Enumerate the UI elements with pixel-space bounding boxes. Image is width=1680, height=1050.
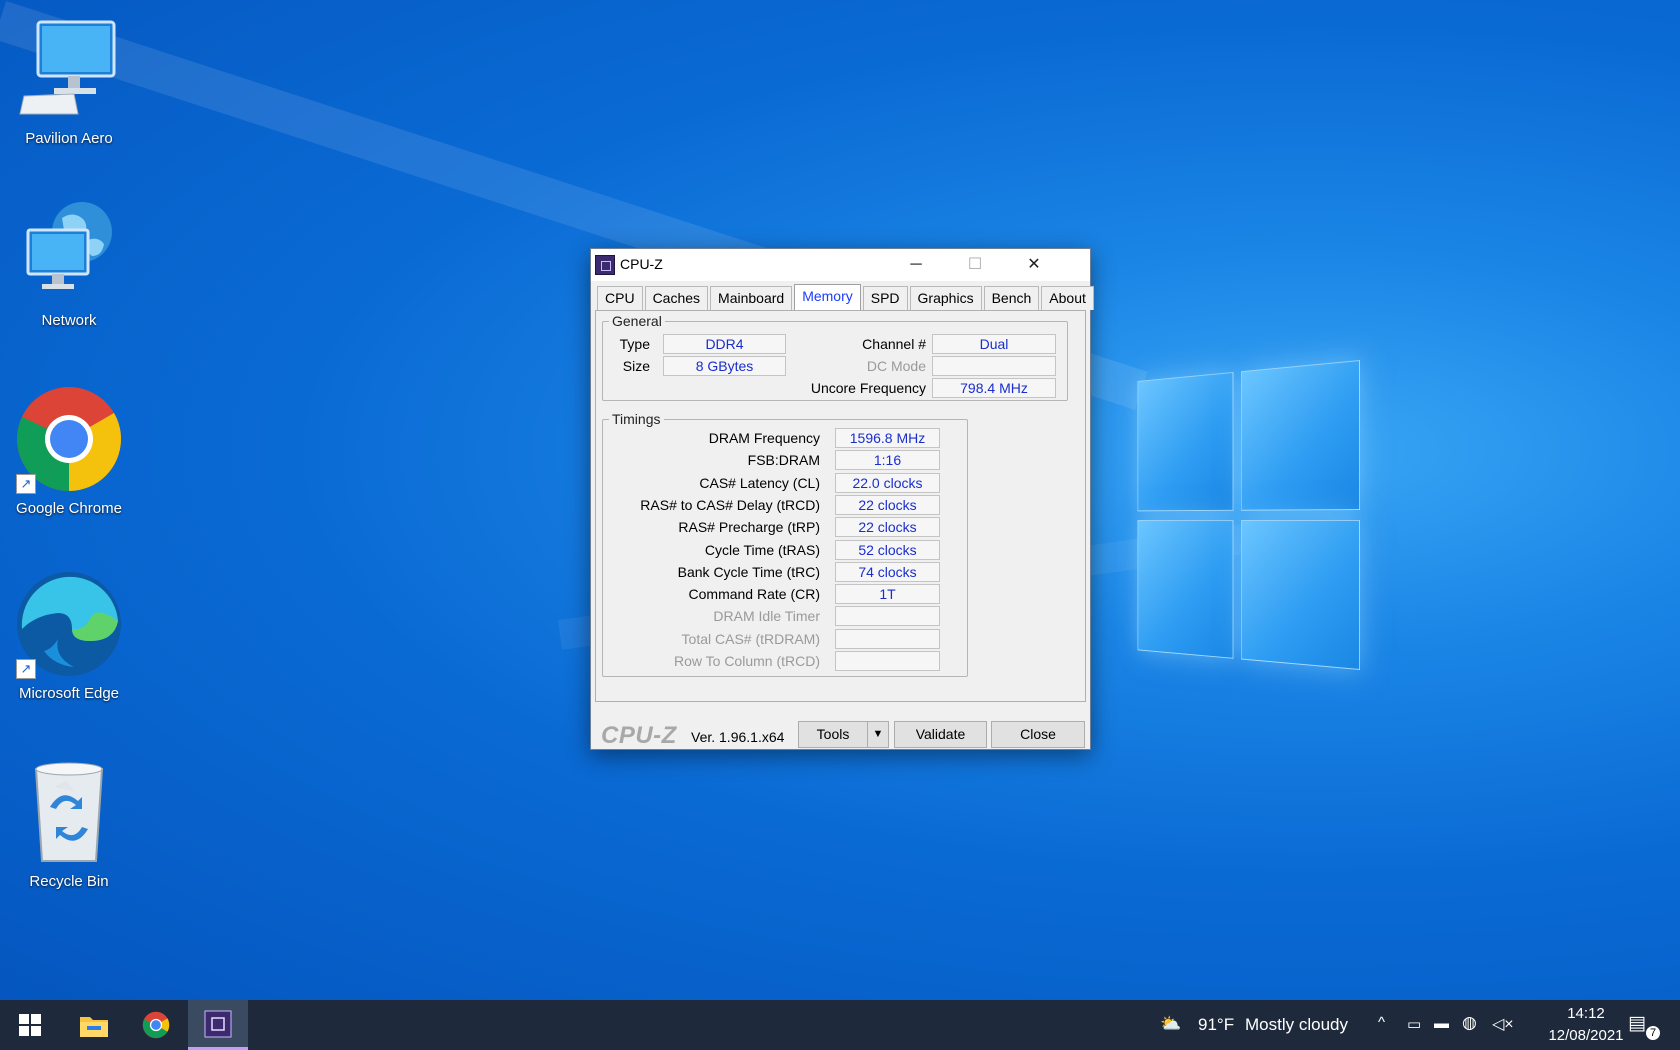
desktop-icon-microsoft-edge[interactable]: ↗ Microsoft Edge <box>9 569 129 702</box>
close-button[interactable]: Close <box>991 721 1085 748</box>
timing-label: Bank Cycle Time (tRC) <box>677 564 820 580</box>
desktop-icon-recycle-bin[interactable]: Recycle Bin <box>9 757 129 890</box>
close-window-button[interactable]: ✕ <box>1005 249 1063 281</box>
taskbar-cpuz[interactable] <box>188 1000 248 1050</box>
tab-memory[interactable]: Memory <box>794 284 861 310</box>
tab-caches[interactable]: Caches <box>644 286 709 310</box>
size-value: 8 GBytes <box>663 356 786 376</box>
meet-now-icon[interactable]: ▭ <box>1407 1015 1421 1033</box>
timing-label: DRAM Idle Timer <box>713 608 820 624</box>
maximize-button[interactable]: ☐ <box>946 249 1004 281</box>
timing-value: 22 clocks <box>835 495 940 515</box>
type-value: DDR4 <box>663 334 786 354</box>
size-label: Size <box>622 358 650 374</box>
tab-mainboard[interactable]: Mainboard <box>710 286 793 310</box>
desktop-icon-google-chrome[interactable]: ↗ Google Chrome <box>9 384 129 517</box>
channel-value: Dual <box>932 334 1056 354</box>
window-title: CPU-Z <box>620 256 663 272</box>
timing-value: 22.0 clocks <box>835 473 940 493</box>
network-icon <box>14 196 124 306</box>
type-label: Type <box>619 336 650 352</box>
volume-muted-icon[interactable]: ◁× <box>1492 1014 1514 1034</box>
timing-value: 74 clocks <box>835 562 940 582</box>
taskbar-file-explorer[interactable] <box>64 1000 124 1050</box>
tab-bench[interactable]: Bench <box>983 286 1040 310</box>
desktop-icon-pavilion-aero[interactable]: Pavilion Aero <box>9 14 129 147</box>
show-hidden-icons-icon[interactable]: ^ <box>1378 1014 1385 1031</box>
weather-icon[interactable]: ⛅ <box>1160 1014 1181 1034</box>
taskbar-chrome[interactable] <box>126 1000 186 1050</box>
timing-value <box>835 651 940 671</box>
timing-value: 1:16 <box>835 450 940 470</box>
dc-mode-label: DC Mode <box>866 358 926 374</box>
timing-value <box>835 629 940 649</box>
windows-logo <box>1137 360 1360 680</box>
timing-label: RAS# to CAS# Delay (tRCD) <box>640 497 820 513</box>
tab-cpu[interactable]: CPU <box>597 286 643 310</box>
validate-button[interactable]: Validate <box>894 721 987 748</box>
network-globe-icon[interactable]: ◍ <box>1462 1013 1477 1033</box>
version-text: Ver. 1.96.1.x64 <box>691 729 785 745</box>
cpuz-window: CPU-Z ─ ☐ ✕ CPU Caches Mainboard Memory … <box>590 248 1094 750</box>
edge-icon: ↗ <box>14 569 124 679</box>
title-bar[interactable]: CPU-Z ─ ☐ ✕ <box>591 249 1090 281</box>
desktop-icon-label: Microsoft Edge <box>18 685 120 702</box>
minimize-button[interactable]: ─ <box>887 249 945 281</box>
desktop-icon-label: Pavilion Aero <box>25 130 113 147</box>
timing-label: Total CAS# (tRDRAM) <box>681 631 820 647</box>
cpuz-app-icon <box>595 255 615 275</box>
tab-spd[interactable]: SPD <box>862 286 908 310</box>
timing-label: FSB:DRAM <box>747 452 820 468</box>
clock-time[interactable]: 14:12 <box>1548 1005 1624 1022</box>
timing-value: 52 clocks <box>835 540 940 560</box>
timing-value: 1T <box>835 584 940 604</box>
uncore-frequency-value: 798.4 MHz <box>932 378 1056 398</box>
timing-label: CAS# Latency (CL) <box>699 475 820 491</box>
computer-icon <box>14 14 124 124</box>
tools-dropdown-icon[interactable]: ▼ <box>867 721 889 748</box>
desktop-icon-network[interactable]: Network <box>9 196 129 329</box>
cpuz-brand: CPU-Z <box>601 722 677 749</box>
battery-icon[interactable]: ▬ <box>1434 1015 1449 1032</box>
tab-graphics[interactable]: Graphics <box>909 286 982 310</box>
timing-label: RAS# Precharge (tRP) <box>678 519 820 535</box>
shortcut-arrow-icon: ↗ <box>16 659 36 679</box>
timing-label: Command Rate (CR) <box>688 586 820 602</box>
notification-count-badge: 7 <box>1646 1026 1660 1040</box>
general-legend: General <box>612 313 662 329</box>
weather-temperature[interactable]: 91°F <box>1198 1015 1234 1035</box>
desktop-icon-label: Google Chrome <box>16 500 122 517</box>
timing-value <box>835 606 940 626</box>
desktop-icon-label: Network <box>41 312 97 329</box>
timing-value: 1596.8 MHz <box>835 428 940 448</box>
tools-button[interactable]: Tools <box>798 721 868 748</box>
chrome-icon: ↗ <box>14 384 124 494</box>
timing-label: DRAM Frequency <box>708 430 820 446</box>
start-button[interactable] <box>0 1000 60 1050</box>
recycle-bin-icon <box>14 757 124 867</box>
timing-label: Cycle Time (tRAS) <box>704 542 820 558</box>
notifications-icon[interactable]: ▤ <box>1628 1012 1646 1035</box>
desktop: Pavilion Aero Network ↗ Google Chrome ↗ … <box>0 0 1680 1000</box>
chrome-icon <box>142 1011 170 1039</box>
timing-value: 22 clocks <box>835 517 940 537</box>
cpuz-icon <box>204 1010 232 1037</box>
memory-panel: General Type DDR4 Size 8 GBytes Channel … <box>595 310 1086 702</box>
channel-label: Channel # <box>862 336 926 352</box>
tab-about[interactable]: About <box>1041 286 1094 310</box>
start-icon <box>19 1014 41 1036</box>
dc-mode-value <box>932 356 1056 376</box>
timings-legend: Timings <box>612 411 661 427</box>
weather-condition[interactable]: Mostly cloudy <box>1245 1015 1348 1035</box>
window-footer: CPU-Z Ver. 1.96.1.x64 Tools ▼ Validate C… <box>591 715 1090 749</box>
desktop-icon-label: Recycle Bin <box>29 873 109 890</box>
timing-label: Row To Column (tRCD) <box>674 653 820 669</box>
tab-strip: CPU Caches Mainboard Memory SPD Graphics… <box>597 284 1096 310</box>
taskbar: ⛅ 91°F Mostly cloudy ^ ▭ ▬ ◍ ◁× 14:12 12… <box>0 1000 1680 1050</box>
shortcut-arrow-icon: ↗ <box>16 474 36 494</box>
file-explorer-icon <box>80 1017 108 1037</box>
uncore-frequency-label: Uncore Frequency <box>810 380 926 396</box>
